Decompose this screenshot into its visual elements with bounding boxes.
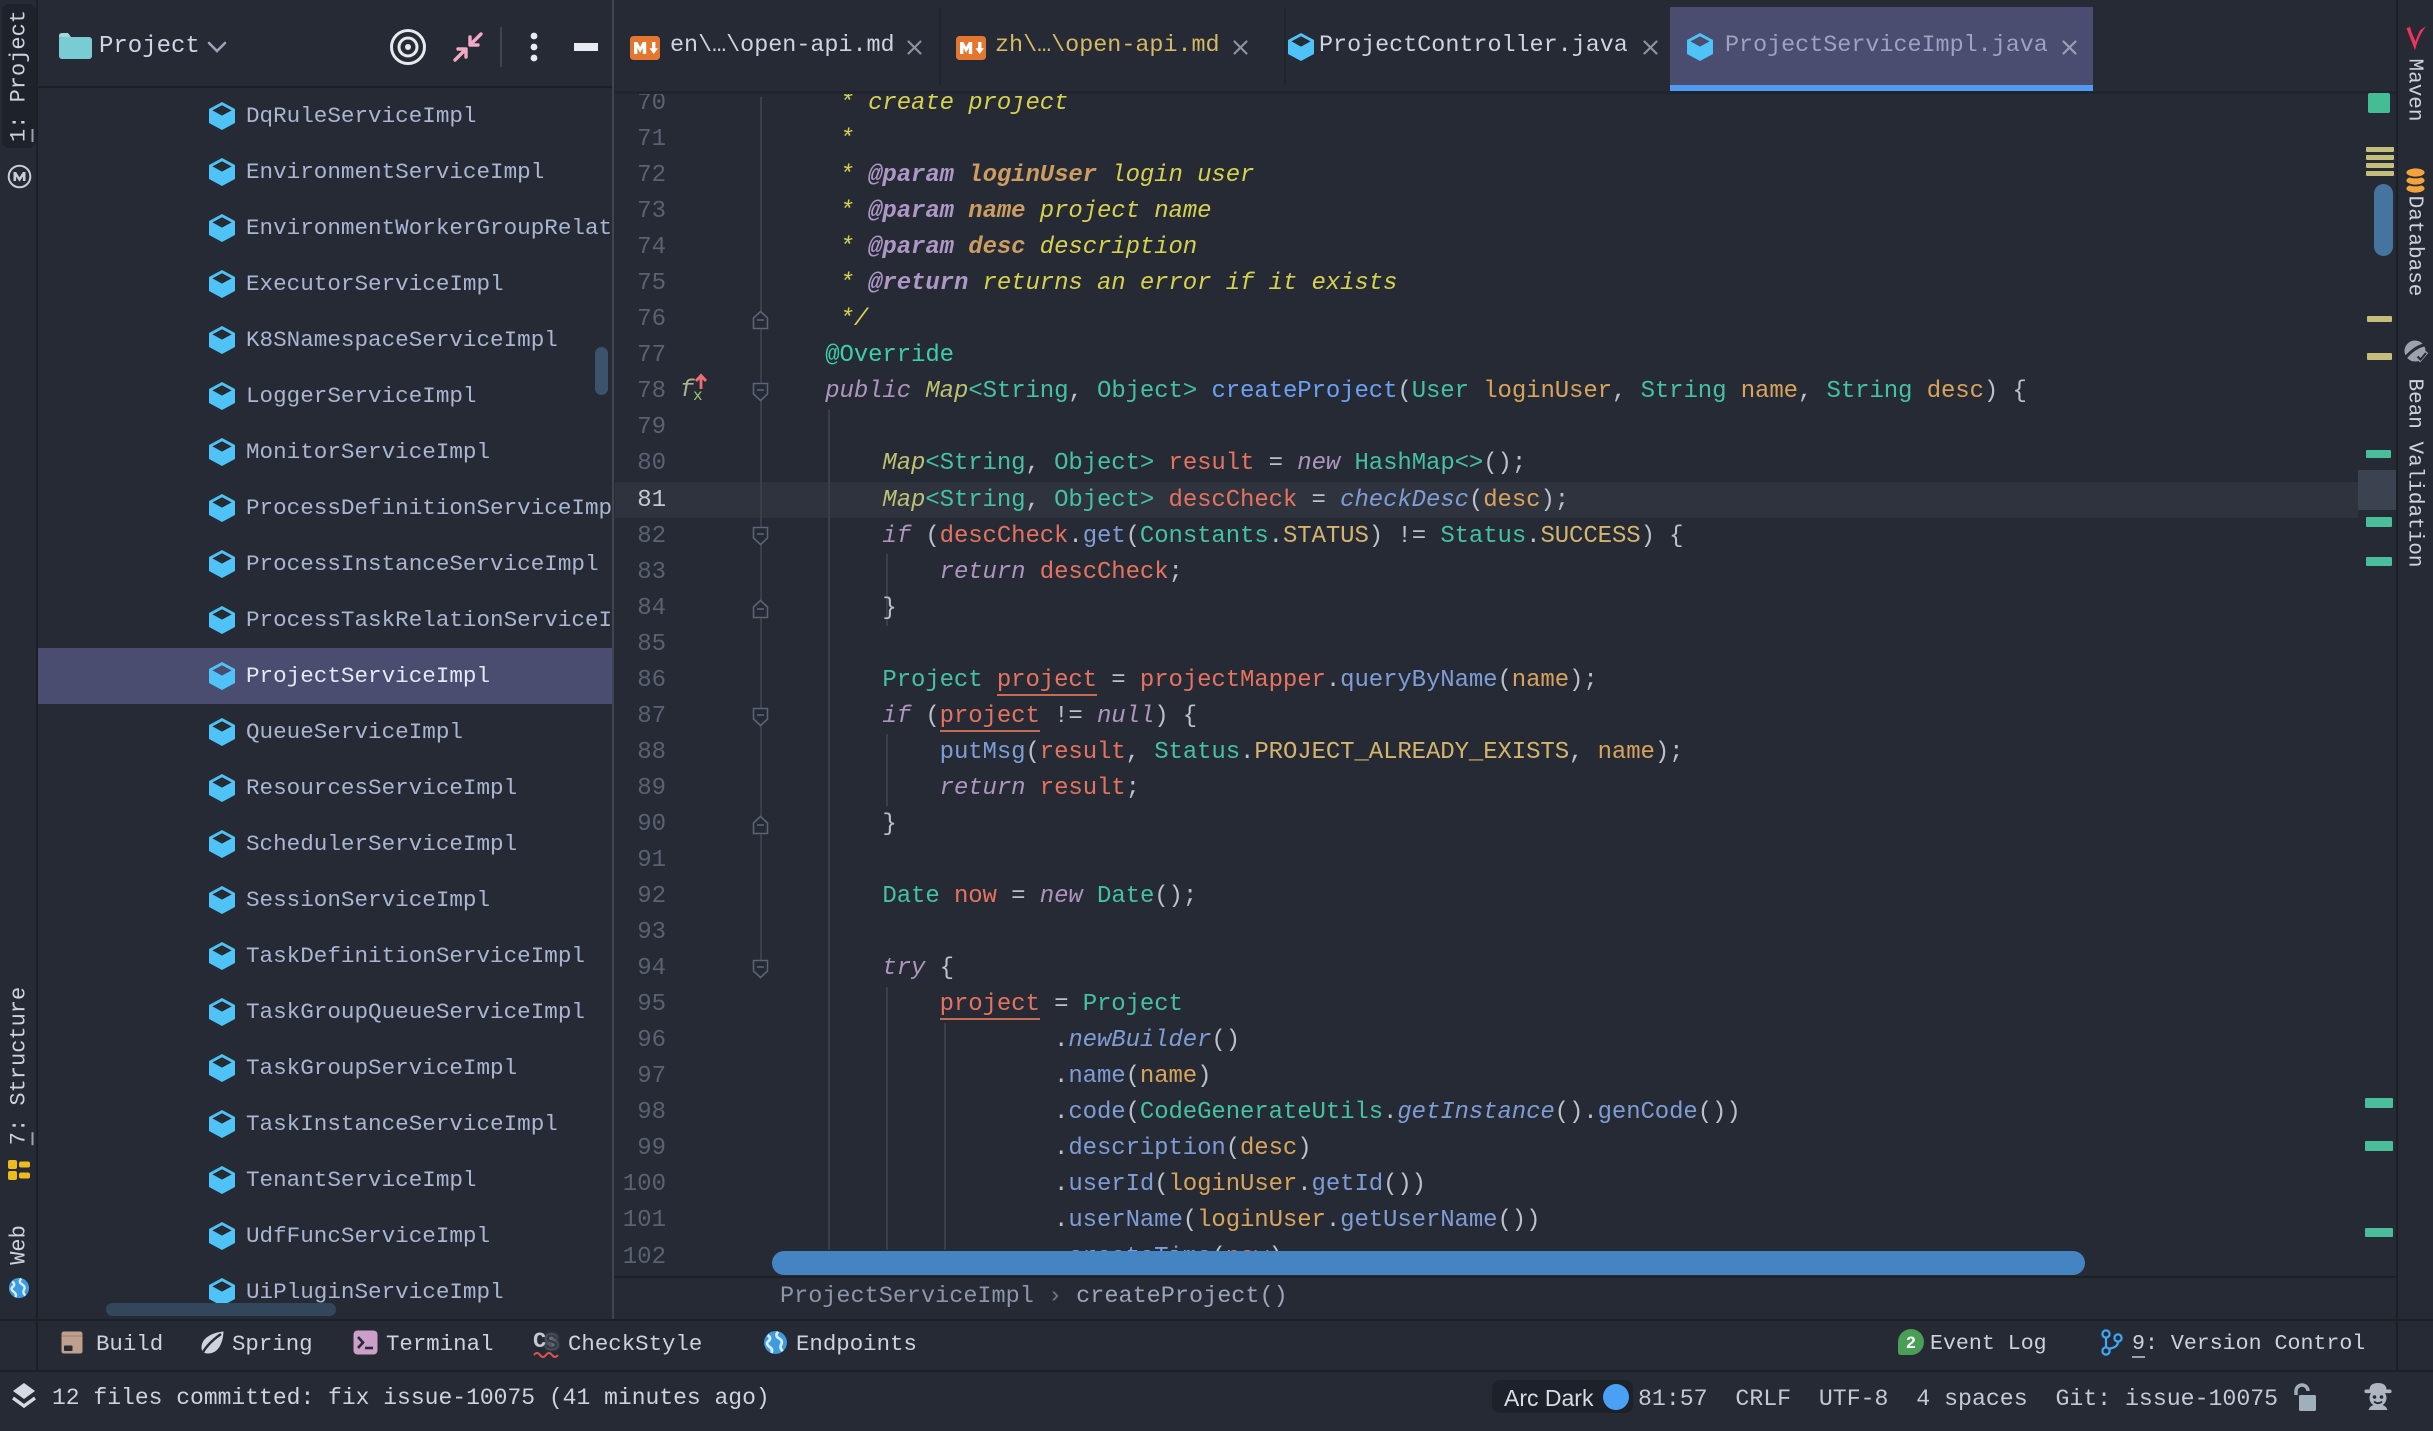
svg-text:2: 2 (1906, 1333, 1915, 1352)
